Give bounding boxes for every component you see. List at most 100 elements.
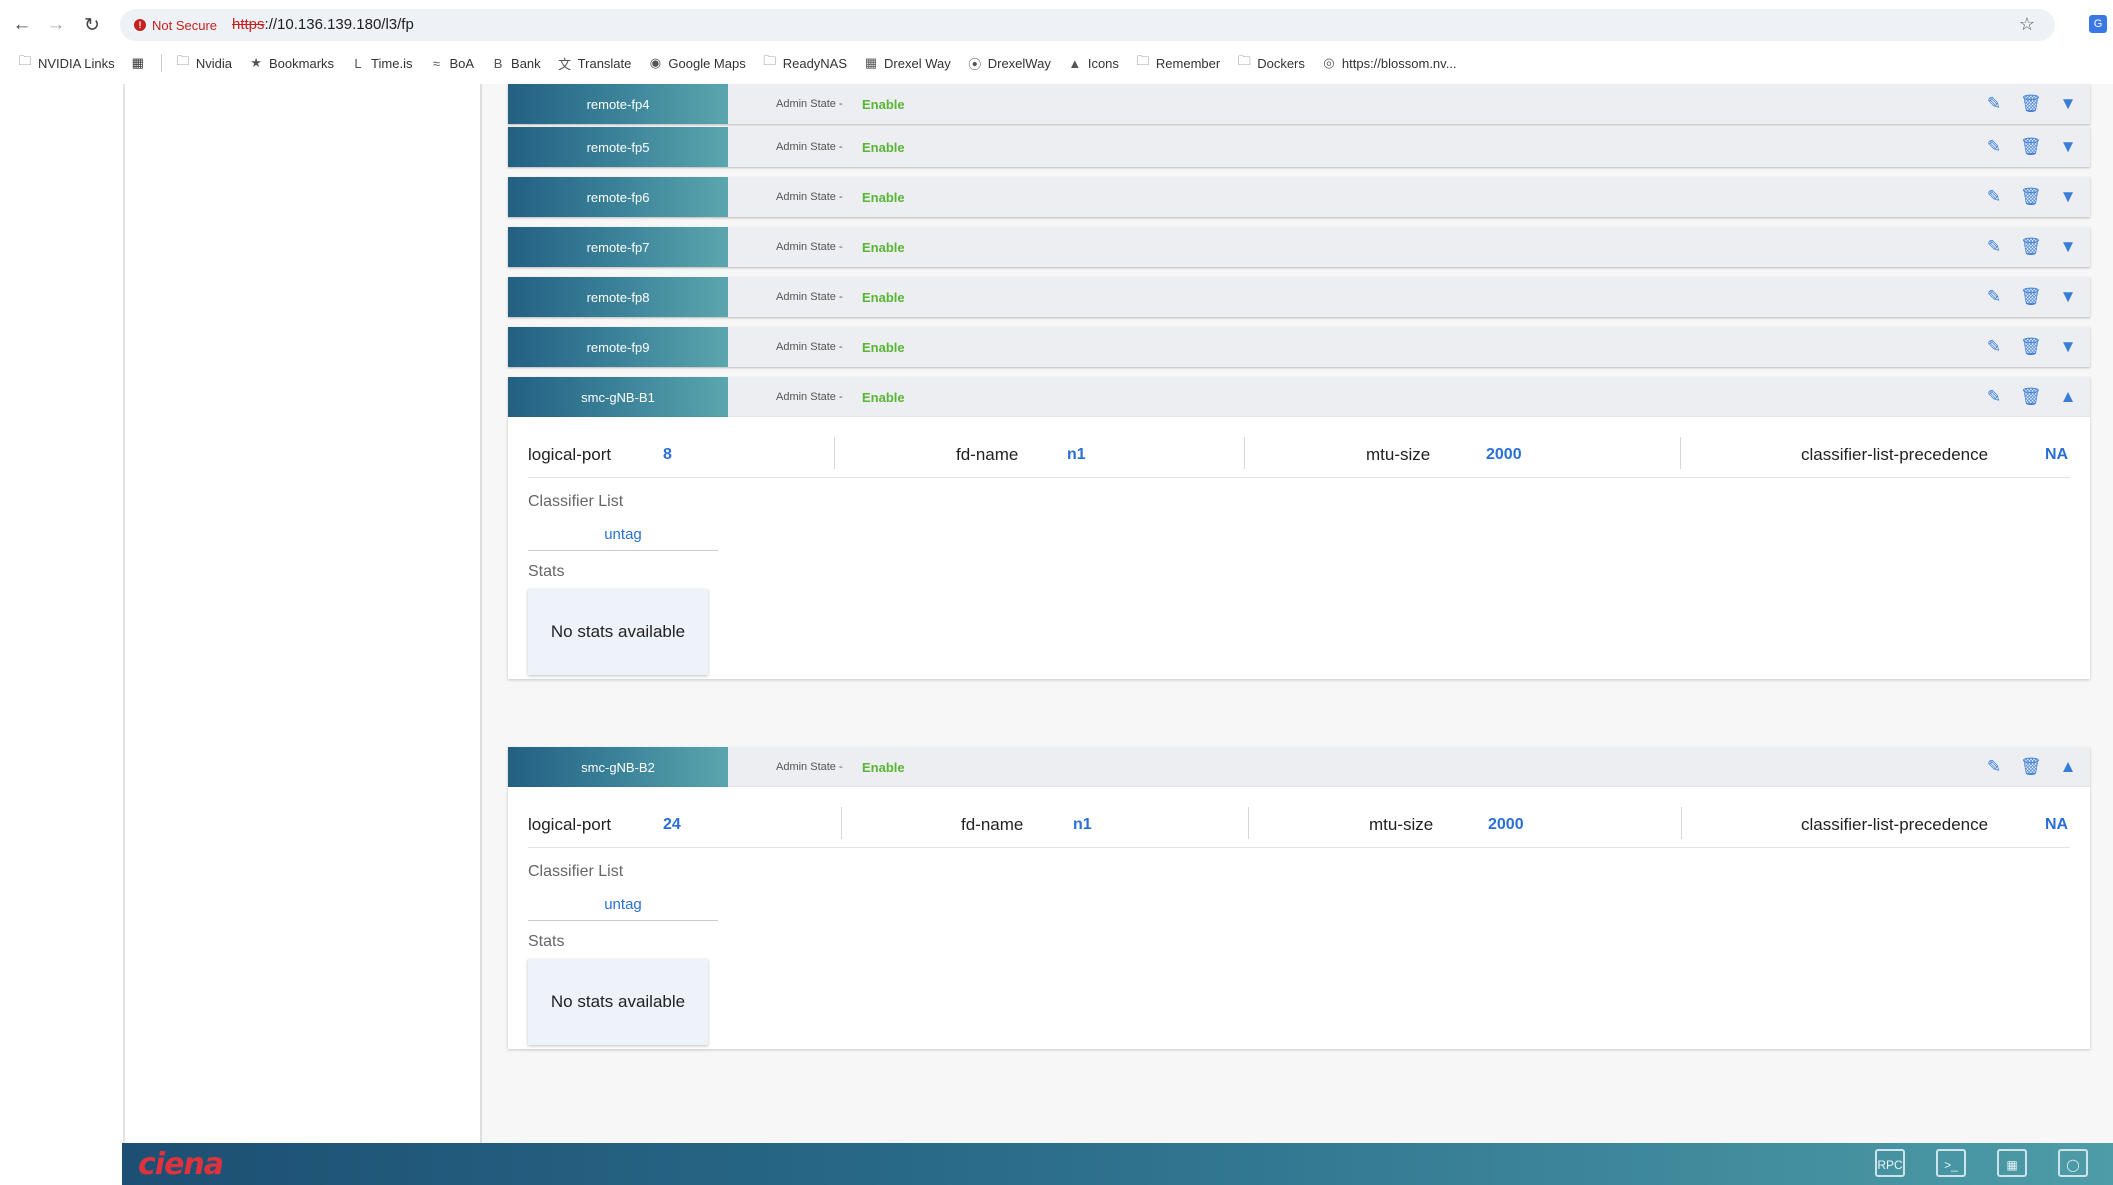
bookmark-item[interactable]: ≈ BoA (429, 56, 474, 71)
chevron-down-icon[interactable]: ▼ (2057, 287, 2079, 307)
fp-row-remote-fp4[interactable]: remote-fp4 Admin State - Enable ✎ 🗑 ▼ (508, 84, 2090, 124)
classifier-list-precedence-label: classifier-list-precedence (1801, 815, 1989, 834)
fp-name[interactable]: remote-fp6 (508, 177, 728, 217)
trash-icon[interactable]: 🗑 (2020, 337, 2042, 357)
fd-name-label: fd-name (956, 445, 1019, 464)
trash-icon[interactable]: 🗑 (2020, 137, 2042, 157)
fp-detail-panel: logical-port 24 fd-name n1 mtu-size 2000 class… (508, 787, 2090, 1049)
fp-row-remote-fp5[interactable]: remote-fp5 Admin State - Enable ✎ 🗑 ▼ (508, 127, 2090, 167)
rpc-icon[interactable]: RPC (1875, 1149, 1905, 1177)
chevron-down-icon[interactable]: ▼ (2057, 94, 2079, 114)
reload-icon[interactable]: ↻ (80, 13, 104, 37)
chevron-down-icon[interactable]: ▼ (2057, 337, 2079, 357)
bookmark-item[interactable]: L Time.is (351, 56, 412, 71)
admin-state-label: Admin State - (776, 761, 843, 773)
back-icon[interactable]: ← (10, 13, 34, 37)
image-edit-icon[interactable]: ▦ (1997, 1149, 2027, 1177)
security-label: Not Secure (152, 17, 218, 33)
bookmark-star-icon[interactable]: ☆ (2019, 14, 2035, 35)
fp-name[interactable]: remote-fp7 (508, 227, 728, 267)
admin-state-value: Enable (862, 239, 905, 255)
fp-row-smc-gNB-B2[interactable]: smc-gNB-B2 Admin State - Enable ✎ 🗑 ▲ (508, 747, 2090, 787)
chevron-up-icon[interactable]: ▲ (2057, 387, 2079, 407)
admin-state-label: Admin State - (776, 291, 843, 303)
fp-row-remote-fp7[interactable]: remote-fp7 Admin State - Enable ✎ 🗑 ▼ (508, 227, 2090, 267)
logical-port-value: 24 (663, 816, 681, 833)
classifier-item[interactable]: untag (528, 520, 718, 551)
bookmark-item[interactable]: ⦿ DrexelWay (968, 54, 1051, 73)
ciena-logo: ciena (138, 1147, 224, 1182)
apps-grid-icon[interactable]: ▦ (132, 55, 144, 71)
translate-extension-icon[interactable]: G (2089, 15, 2107, 33)
fp-row-remote-fp8[interactable]: remote-fp8 Admin State - Enable ✎ 🗑 ▼ (508, 277, 2090, 317)
stats-box: No stats available (528, 589, 708, 675)
fp-row-remote-fp9[interactable]: remote-fp9 Admin State - Enable ✎ 🗑 ▼ (508, 327, 2090, 367)
admin-state-label: Admin State - (776, 391, 843, 403)
chevron-down-icon[interactable]: ▼ (2057, 237, 2079, 257)
edit-icon[interactable]: ✎ (1984, 287, 2004, 307)
edit-icon[interactable]: ✎ (1984, 137, 2004, 157)
admin-state-value: Enable (862, 759, 905, 775)
fp-name[interactable]: smc-gNB-B1 (508, 377, 728, 417)
support-icon[interactable]: ◯ (2058, 1149, 2088, 1177)
trash-icon[interactable]: 🗑 (2020, 757, 2042, 777)
url-path: ://10.136.139.180/l3/fp (264, 16, 414, 33)
edit-icon[interactable]: ✎ (1984, 237, 2004, 257)
chevron-up-icon[interactable]: ▲ (2057, 757, 2079, 777)
admin-state-value: Enable (862, 96, 905, 112)
mtu-size-label: mtu-size (1369, 815, 1434, 834)
bookmark-separator (160, 54, 162, 72)
globe-icon: ◎ (1323, 55, 1335, 70)
bookmark-item[interactable]: 🗀 NVIDIA Links (18, 52, 114, 74)
edit-icon[interactable]: ✎ (1984, 757, 2004, 777)
bookmark-item[interactable]: ▦ Drexel Way (864, 55, 951, 71)
fp-name[interactable]: remote-fp8 (508, 277, 728, 317)
bookmark-item[interactable]: 🗀 Remember (1136, 52, 1220, 74)
fp-row-remote-fp6[interactable]: remote-fp6 Admin State - Enable ✎ 🗑 ▼ (508, 177, 2090, 217)
fp-name[interactable]: remote-fp5 (508, 127, 728, 167)
wireless-icon: ⦿ (968, 56, 982, 72)
bank-icon: B (493, 55, 503, 71)
trash-icon[interactable]: 🗑 (2020, 94, 2042, 114)
edit-icon[interactable]: ✎ (1984, 94, 2004, 114)
trash-icon[interactable]: 🗑 (2020, 187, 2042, 207)
trash-icon[interactable]: 🗑 (2020, 287, 2042, 307)
trash-icon[interactable]: 🗑 (2020, 387, 2042, 407)
chevron-down-icon[interactable]: ▼ (2057, 137, 2079, 157)
boa-icon: ≈ (432, 55, 441, 71)
fp-row-smc-gNB-B1[interactable]: smc-gNB-B1 Admin State - Enable ✎ 🗑 ▲ (508, 377, 2090, 417)
bookmark-item[interactable]: B Bank (491, 56, 541, 71)
url-scheme: https (232, 16, 265, 33)
edit-icon[interactable]: ✎ (1984, 337, 2004, 357)
edit-icon[interactable]: ✎ (1984, 387, 2004, 407)
fp-properties: logical-port 24 fd-name n1 mtu-size 2000 class… (528, 803, 2070, 848)
chevron-down-icon[interactable]: ▼ (2057, 187, 2079, 207)
divider (1681, 807, 1682, 839)
divider (1244, 437, 1245, 469)
bookmark-label: Translate (577, 55, 632, 71)
terminal-icon[interactable]: >_ (1936, 1149, 1966, 1177)
bookmarks-bar: 🗀 NVIDIA Links ▦ 🗀 Nvidia ★ Bookmarks L Time.is ≈… (0, 50, 2113, 76)
address-bar[interactable]: ! Not Secure https://10.136.139.180/l3/f… (120, 9, 2055, 41)
fp-name[interactable]: remote-fp4 (508, 84, 728, 124)
bookmark-item[interactable]: ◎ https://blossom.nv... (1322, 55, 1456, 71)
bookmark-item[interactable]: ◉ Google Maps (648, 55, 746, 71)
edit-icon[interactable]: ✎ (1984, 187, 2004, 207)
security-chip[interactable]: ! Not Secure (130, 14, 227, 36)
classifier-item[interactable]: untag (528, 890, 718, 921)
mtu-size-value: 2000 (1488, 816, 1524, 833)
trash-icon[interactable]: 🗑 (2020, 237, 2042, 257)
fp-name[interactable]: remote-fp9 (508, 327, 728, 367)
bookmark-item[interactable]: 🗀 Nvidia (176, 52, 232, 74)
bookmark-label: Google Maps (668, 55, 746, 71)
bookmark-item[interactable]: 🗀 Dockers (1237, 52, 1305, 74)
bookmark-item[interactable]: ★ Bookmarks (249, 55, 334, 71)
admin-state-label: Admin State - (776, 341, 843, 353)
bookmark-item[interactable]: 文 Translate (558, 54, 632, 73)
admin-state-value: Enable (862, 339, 905, 355)
bookmark-item[interactable]: 🗀 ReadyNAS (763, 52, 847, 74)
fp-name[interactable]: smc-gNB-B2 (508, 747, 728, 787)
forward-icon[interactable]: → (44, 13, 68, 37)
bookmark-item[interactable]: ▲ Icons (1068, 56, 1119, 71)
url-text[interactable]: https://10.136.139.180/l3/fp (232, 16, 414, 33)
